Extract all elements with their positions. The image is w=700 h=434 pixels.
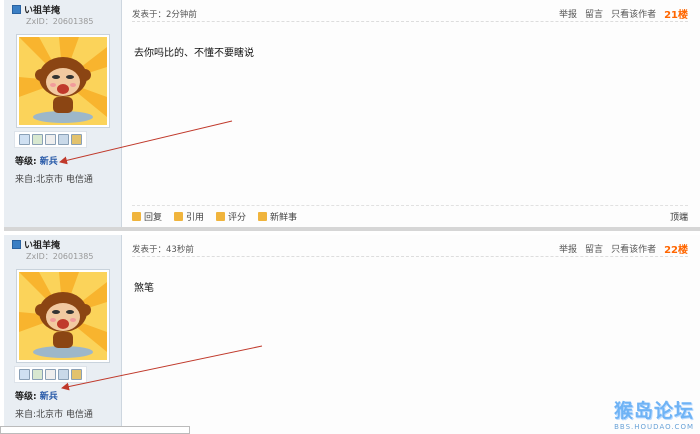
quote-icon — [174, 212, 184, 221]
user-level: 等级: 新兵 — [15, 392, 58, 402]
rate-button[interactable]: 评分 — [216, 210, 246, 223]
photo-icon[interactable] — [58, 134, 69, 145]
doc-icon[interactable] — [45, 134, 56, 145]
post-header: 发表于：43秒前 举报 留言 只看该作者 22楼 — [132, 241, 688, 257]
reply-icon — [132, 212, 141, 221]
profile-icon[interactable] — [32, 369, 43, 380]
post-floor-21: い祖羊掩 ZxID：20601385 等级: 新兵 来自:北京市 电信通 发表于… — [4, 0, 700, 231]
user-sidebar: い祖羊掩 ZxID：20601385 等级: 新兵 来自:北京市 电信通 — [4, 0, 122, 227]
user-sidebar: い祖羊掩 ZxID：20601385 等级: 新兵 来自:北京市 电信通 — [4, 235, 122, 434]
mail-icon[interactable] — [19, 134, 30, 145]
only-author-link[interactable]: 只看该作者 — [611, 7, 656, 20]
rate-icon — [216, 212, 226, 221]
zxid: ZxID：20601385 — [26, 17, 94, 26]
user-level: 等级: 新兵 — [15, 157, 58, 167]
report-link[interactable]: 举报 — [559, 242, 577, 255]
message-link[interactable]: 留言 — [585, 242, 603, 255]
reply-button[interactable]: 回复 — [132, 210, 162, 223]
user-location: 来自:北京市 电信通 — [15, 410, 93, 420]
news-button[interactable]: 新鲜事 — [258, 210, 297, 223]
post-body: 发表于：2分钟前 举报 留言 只看该作者 21楼 去你吗比的、不懂不要瞎说 回复… — [122, 0, 700, 227]
only-author-link[interactable]: 只看该作者 — [611, 242, 656, 255]
profile-icon[interactable] — [32, 134, 43, 145]
floor-number: 22楼 — [664, 245, 688, 256]
friends-icon[interactable] — [71, 134, 82, 145]
user-action-icons — [14, 131, 87, 148]
zxid: ZxID：20601385 — [26, 252, 94, 261]
friends-icon[interactable] — [71, 369, 82, 380]
site-watermark: 猴岛论坛 BBS.HOUDAO.COM — [613, 400, 694, 431]
post-time: 发表于：43秒前 — [132, 244, 194, 255]
floor-number: 21楼 — [664, 10, 688, 21]
news-icon — [258, 212, 268, 221]
avatar[interactable] — [16, 269, 110, 363]
quote-button[interactable]: 引用 — [174, 210, 204, 223]
user-location: 来自:北京市 电信通 — [15, 175, 93, 185]
report-link[interactable]: 举报 — [559, 7, 577, 20]
bottom-scrollbar[interactable] — [0, 426, 190, 434]
user-icon — [12, 5, 21, 14]
avatar[interactable] — [16, 34, 110, 128]
message-link[interactable]: 留言 — [585, 7, 603, 20]
username[interactable]: い祖羊掩 — [12, 238, 60, 251]
photo-icon[interactable] — [58, 369, 69, 380]
post-footer: 回复 引用 评分 新鲜事 顶端 — [132, 205, 688, 223]
username[interactable]: い祖羊掩 — [12, 3, 60, 16]
post-content: 煞笔 — [134, 283, 154, 294]
top-link[interactable]: 顶端 — [670, 210, 688, 223]
mail-icon[interactable] — [19, 369, 30, 380]
doc-icon[interactable] — [45, 369, 56, 380]
user-icon — [12, 240, 21, 249]
user-action-icons — [14, 366, 87, 383]
post-floor-22: い祖羊掩 ZxID：20601385 等级: 新兵 来自:北京市 电信通 发表于… — [4, 235, 700, 434]
post-time: 发表于：2分钟前 — [132, 9, 197, 20]
post-content: 去你吗比的、不懂不要瞎说 — [134, 48, 254, 59]
post-header: 发表于：2分钟前 举报 留言 只看该作者 21楼 — [132, 6, 688, 22]
